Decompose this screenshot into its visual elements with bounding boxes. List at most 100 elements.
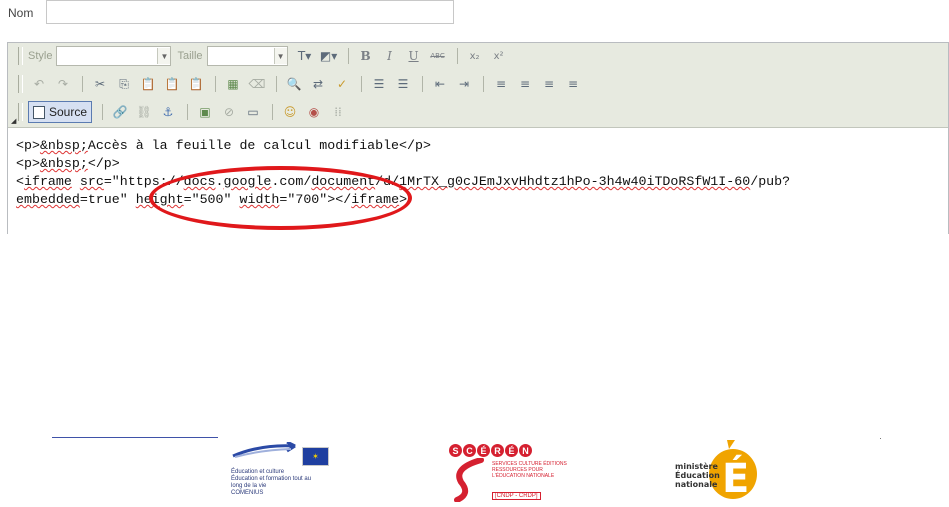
superscript-button[interactable]: x² (488, 46, 510, 66)
source-label: Source (49, 105, 88, 119)
replace-icon[interactable]: ⇄ (307, 74, 329, 94)
align-left-icon[interactable]: ≡ (490, 74, 512, 94)
redo-icon[interactable]: ↷ (52, 74, 74, 94)
code-token: &nbsp; (39, 138, 88, 153)
toolbar-separator (102, 104, 104, 120)
subscript-button[interactable]: x₂ (464, 46, 486, 66)
align-center-icon[interactable]: ≡ (514, 74, 536, 94)
source-line-2: <p>&nbsp;</p> (16, 156, 120, 171)
toolbar-grip[interactable] (18, 47, 23, 65)
eu-logo-text: Éducation et culture Éducation et format… (231, 469, 351, 497)
sceren-letter: É (505, 444, 518, 457)
eu-education-culture-logo: ✶ Éducation et culture Éducation et form… (231, 436, 351, 506)
strikethrough-button[interactable]: ABC (427, 46, 449, 66)
sceren-letter: C (463, 444, 476, 457)
ministere-text: ministère Éducation nationale (675, 462, 720, 489)
sceren-line: L'ÉDUCATION NATIONALE (492, 473, 555, 479)
eu-logo-line: Éducation et formation tout au (231, 476, 312, 482)
nom-input[interactable] (46, 0, 454, 24)
cut-icon[interactable]: ✂ (89, 74, 111, 94)
footer-divider (52, 437, 218, 438)
sceren-letters: S C É R É N (449, 444, 569, 457)
underline-button[interactable]: U (403, 46, 425, 66)
special-char-icon[interactable]: ◉ (303, 102, 325, 122)
footer-dot (880, 438, 881, 439)
link-icon[interactable]: 🔗 (109, 102, 131, 122)
sceren-letter: R (491, 444, 504, 457)
style-value (57, 48, 157, 64)
anchor-icon[interactable]: ⚓ (157, 102, 179, 122)
code-token: =true" (79, 192, 128, 207)
sceren-text: SERVICES CULTURE ÉDITIONS RESSOURCES POU… (492, 461, 567, 479)
chevron-down-icon: ▼ (157, 48, 171, 64)
eu-logo-line: Éducation et culture (231, 469, 285, 475)
spellcheck-icon[interactable]: ✓ (331, 74, 353, 94)
source-line-1: <p>&nbsp;Accès à la feuille de calcul mo… (16, 138, 431, 153)
toolbar-separator (82, 76, 83, 92)
text-color-icon[interactable]: T▾ (294, 46, 316, 66)
sceren-swoosh-icon (454, 458, 484, 502)
remove-format-icon[interactable]: ⌫ (246, 74, 268, 94)
select-all-icon[interactable]: ▦ (222, 74, 244, 94)
bulleted-list-icon[interactable]: ☰ (392, 74, 414, 94)
toolbar-separator (276, 76, 277, 92)
toolbar-row-1: Style ▼ Taille ▼ T▾ ◩▾ B I U ABC x₂ x² (18, 45, 512, 67)
outdent-icon[interactable]: ⇤ (429, 74, 451, 94)
eu-logo-line: long de la vie (231, 483, 267, 489)
bold-button[interactable]: B (355, 46, 377, 66)
ministere-e-letter: É (722, 454, 749, 500)
unlink-icon[interactable]: ⛓ (133, 102, 155, 122)
ministere-line: Éducation (675, 471, 720, 480)
style-dropdown[interactable]: ▼ (56, 46, 172, 66)
smiley-icon[interactable]: ☺ (279, 102, 301, 122)
paste-text-icon[interactable]: 📋 (161, 74, 183, 94)
nom-label: Nom (8, 6, 34, 20)
toolbar-row-2: ↶ ↷ ✂ ⎘ 📋 📋 📋 ▦ ⌫ 🔍 ⇄ ✓ ☰ ☰ ⇤ ⇥ ≡ ≡ ≡ ≡ (18, 73, 586, 95)
eu-logo-line: COMENIUS (231, 490, 264, 496)
numbered-list-icon[interactable]: ☰ (368, 74, 390, 94)
ministere-line: ministère (675, 462, 718, 471)
code-token: Accès à la feuille de calcul modifiable<… (87, 138, 431, 153)
toolbar-grip[interactable] (18, 75, 23, 93)
code-token: &nbsp; (39, 156, 88, 171)
eu-flag-icon: ✶ (302, 447, 329, 466)
paste-icon[interactable]: 📋 (137, 74, 159, 94)
source-button[interactable]: Source (28, 101, 93, 123)
code-token: embedded (16, 192, 80, 207)
code-token: <p> (16, 138, 40, 153)
align-right-icon[interactable]: ≡ (538, 74, 560, 94)
toolbar-separator (187, 104, 189, 120)
sceren-letter: N (519, 444, 532, 457)
table-icon[interactable]: ▭ (242, 102, 264, 122)
align-justify-icon[interactable]: ≡ (562, 74, 584, 94)
code-token: <p> (16, 156, 40, 171)
rich-text-editor: Style ▼ Taille ▼ T▾ ◩▾ B I U ABC x₂ x² ↶ (7, 42, 949, 234)
undo-icon[interactable]: ↶ (28, 74, 50, 94)
toolbar-separator (347, 48, 349, 64)
sceren-logo: S C É R É N SERVICES CULTURE ÉDITIONS RE… (449, 444, 569, 506)
ministere-line: nationale (675, 480, 718, 489)
italic-button[interactable]: I (379, 46, 401, 66)
toolbar-separator (422, 76, 423, 92)
code-token: </p> (87, 156, 120, 171)
toolbar-row-3: Source 🔗 ⛓ ⚓ ▣ ⊘ ▭ ☺ ◉ ⁞⁞ (18, 101, 351, 123)
indent-icon[interactable]: ⇥ (453, 74, 475, 94)
background-color-icon[interactable]: ◩▾ (318, 46, 340, 66)
copy-icon[interactable]: ⎘ (113, 74, 135, 94)
collapse-toolbar-icon[interactable]: ◢ (11, 117, 16, 125)
code-token: iframe (23, 174, 72, 189)
flash-icon[interactable]: ⊘ (218, 102, 240, 122)
toolbar-separator (456, 48, 458, 64)
image-icon[interactable]: ▣ (194, 102, 216, 122)
size-dropdown[interactable]: ▼ (206, 46, 288, 66)
source-textarea[interactable]: <p>&nbsp;Accès à la feuille de calcul mo… (8, 128, 948, 234)
toolbar-grip[interactable] (18, 103, 23, 121)
toolbar-separator (215, 76, 216, 92)
code-token: src (79, 174, 104, 189)
find-icon[interactable]: 🔍 (283, 74, 305, 94)
page-break-icon[interactable]: ⁞⁞ (327, 102, 349, 122)
paste-word-icon[interactable]: 📋 (185, 74, 207, 94)
eu-arrow-icon (232, 442, 296, 458)
toolbar-separator (483, 76, 484, 92)
